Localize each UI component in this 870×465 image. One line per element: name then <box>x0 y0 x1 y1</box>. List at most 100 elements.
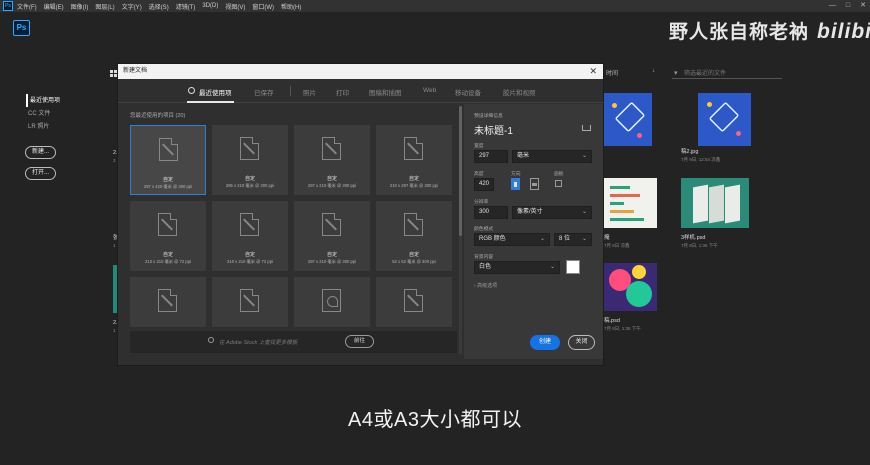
tab-divider <box>290 86 291 96</box>
new-document-dialog: 新建文档 ✕ 最近使用项 已保存 照片 打印 图稿和插图 Web 移动设备 胶片… <box>117 63 605 366</box>
menu-3d[interactable]: 3D(D) <box>202 3 218 9</box>
menu-filter[interactable]: 滤镜(T) <box>176 2 196 11</box>
recent-file-caption: 稿2.jpg 7月 9日, 12:54 凉鑫 <box>681 149 721 162</box>
menu-window[interactable]: 窗口(W) <box>252 2 274 11</box>
recent-file-thumbnail[interactable] <box>604 93 652 146</box>
recent-file-caption: 3样机.psd 7月 8日, 1:36 下午 <box>681 235 718 248</box>
details-heading: 预设详细信息 <box>474 114 503 119</box>
chevron-down-icon: ⌄ <box>581 236 587 242</box>
shape-document-icon <box>322 289 341 312</box>
background-select[interactable]: 白色 ⌄ <box>474 261 560 274</box>
preset-size: 297 x 210 毫米 @ 300 ppi <box>307 183 357 188</box>
tab-saved[interactable]: 已保存 <box>254 87 274 97</box>
bit-depth-select[interactable]: 8 位 ⌄ <box>554 233 592 246</box>
menu-select[interactable]: 选择(S) <box>149 2 169 11</box>
width-input[interactable]: 297 <box>474 150 508 163</box>
resolution-input[interactable]: 300 <box>474 206 508 219</box>
advanced-options-label: 高级选项 <box>477 283 498 289</box>
close-window-icon[interactable]: ✕ <box>860 0 866 12</box>
preset-size: 210 x 210 毫米 @ 72 ppi <box>227 259 273 264</box>
preset-card[interactable]: 自定 52 x 52 毫米 @ 300 ppi <box>376 201 452 271</box>
filter-placeholder: 筛选最近的文件 <box>684 71 727 77</box>
menu-file[interactable]: 文件(F) <box>17 2 37 11</box>
adobe-stock-search: 在 Adobe Stock 上查找更多模板 前往 <box>130 331 457 353</box>
menu-help[interactable]: 帮助(H) <box>281 2 301 11</box>
chevron-down-icon: ⌄ <box>581 209 587 215</box>
bit-depth-value: 8 位 <box>559 236 571 242</box>
preset-card[interactable]: 自定 285 x 210 毫米 @ 300 ppi <box>212 125 288 195</box>
tab-print[interactable]: 打印 <box>336 87 349 97</box>
nav-recent[interactable]: 最近使用项 <box>26 94 60 107</box>
stock-go-button[interactable]: 前往 <box>345 335 374 348</box>
nav-cc-files[interactable]: CC 文件 <box>26 107 60 120</box>
preset-details-panel: 预设详细信息 未标题-1 宽度 297 毫米 ⌄ 高度 方向 画板 420 分辨率… <box>464 104 603 359</box>
preset-card[interactable]: 自定 210 x 210 毫米 @ 72 ppi <box>130 201 206 271</box>
recent-file-thumbnail[interactable] <box>698 93 751 146</box>
sort-arrow-icon[interactable]: ↓ <box>652 68 655 74</box>
open-button[interactable]: 打开... <box>25 167 56 180</box>
sort-label[interactable]: 时间 <box>606 68 618 77</box>
menu-bar: Ps 文件(F) 编辑(E) 图像(I) 图层(L) 文字(Y) 选择(S) 滤… <box>0 0 870 12</box>
menu-layer[interactable]: 图层(L) <box>95 2 114 11</box>
recent-file-thumbnail[interactable] <box>604 178 657 228</box>
preset-card[interactable] <box>376 277 452 327</box>
document-name-field[interactable]: 未标题-1 <box>474 122 513 137</box>
tab-mobile[interactable]: 移动设备 <box>455 87 481 97</box>
height-input[interactable]: 420 <box>474 178 494 191</box>
nav-lr-photos[interactable]: LR 照片 <box>26 120 60 133</box>
preset-card[interactable]: 自定 210 x 210 毫米 @ 72 ppi <box>212 201 288 271</box>
chevron-right-icon: › <box>474 283 476 289</box>
grid-view-icon[interactable] <box>110 70 117 77</box>
color-mode-select[interactable]: RGB 颜色 ⌄ <box>474 233 550 246</box>
width-unit-select[interactable]: 毫米 ⌄ <box>512 150 592 163</box>
filter-icon: ▾ <box>674 70 678 77</box>
presets-scrollbar-thumb[interactable] <box>459 106 462 236</box>
advanced-options-toggle[interactable]: › 高级选项 <box>474 282 497 289</box>
menu-edit[interactable]: 编辑(E) <box>44 2 64 11</box>
document-icon <box>158 213 177 236</box>
landscape-orientation-icon[interactable] <box>530 178 539 190</box>
stock-search-input[interactable]: 在 Adobe Stock 上查找更多模板 <box>219 338 297 346</box>
document-icon <box>322 137 341 160</box>
save-preset-icon[interactable] <box>582 125 591 131</box>
close-button[interactable]: 关闭 <box>568 335 595 350</box>
menu-image[interactable]: 图像(I) <box>71 2 89 11</box>
portrait-orientation-icon[interactable] <box>511 178 520 190</box>
tab-web[interactable]: Web <box>423 87 436 94</box>
preset-name: 自定 <box>162 252 173 258</box>
width-unit-value: 毫米 <box>517 153 530 159</box>
preset-card[interactable] <box>212 277 288 327</box>
close-icon[interactable]: ✕ <box>589 64 597 79</box>
tab-photo[interactable]: 照片 <box>303 87 316 97</box>
tab-art-illustration[interactable]: 图稿和插图 <box>369 87 402 97</box>
preset-card[interactable] <box>130 277 206 327</box>
background-color-swatch[interactable] <box>566 260 580 274</box>
recent-file-thumbnail[interactable] <box>681 178 749 228</box>
photoshop-logo: Ps <box>13 20 30 36</box>
preset-size: 297 x 210 毫米 @ 300 ppi <box>307 259 357 264</box>
recent-file-caption: 掩 7月 8日 凉鑫 <box>604 235 630 248</box>
tab-film-video[interactable]: 胶片和视频 <box>503 87 536 97</box>
recent-file-thumbnail[interactable] <box>604 263 657 311</box>
preset-card[interactable]: 自定 297 x 210 毫米 @ 300 ppi <box>294 201 370 271</box>
watermark-author: 野人张自称老衲 <box>669 22 810 43</box>
tab-recent[interactable]: 最近使用项 <box>199 87 232 97</box>
maximize-icon[interactable]: □ <box>846 0 850 12</box>
menu-view[interactable]: 视图(V) <box>225 2 245 11</box>
preset-card[interactable]: 自定 210 x 297 毫米 @ 300 ppi <box>376 125 452 195</box>
document-icon <box>159 138 178 161</box>
preset-card[interactable]: 自定 297 x 210 毫米 @ 300 ppi <box>294 125 370 195</box>
document-icon <box>404 213 423 236</box>
filter-recent-input[interactable]: ▾ 筛选最近的文件 <box>672 68 782 79</box>
create-button[interactable]: 创建 <box>530 335 560 350</box>
menu-type[interactable]: 文字(Y) <box>122 2 142 11</box>
preset-card[interactable] <box>294 277 370 327</box>
window-controls: — □ ✕ <box>829 0 866 12</box>
preset-size: 210 x 297 毫米 @ 300 ppi <box>389 183 439 188</box>
preset-card[interactable]: 自定 297 x 420 毫米 @ 300 ppi <box>130 125 206 195</box>
new-button[interactable]: 新建... <box>25 146 56 159</box>
preset-name: 自定 <box>244 176 255 182</box>
artboard-checkbox[interactable] <box>555 180 562 187</box>
minimize-icon[interactable]: — <box>829 0 836 12</box>
resolution-unit-select[interactable]: 像素/英寸 ⌄ <box>512 206 592 219</box>
